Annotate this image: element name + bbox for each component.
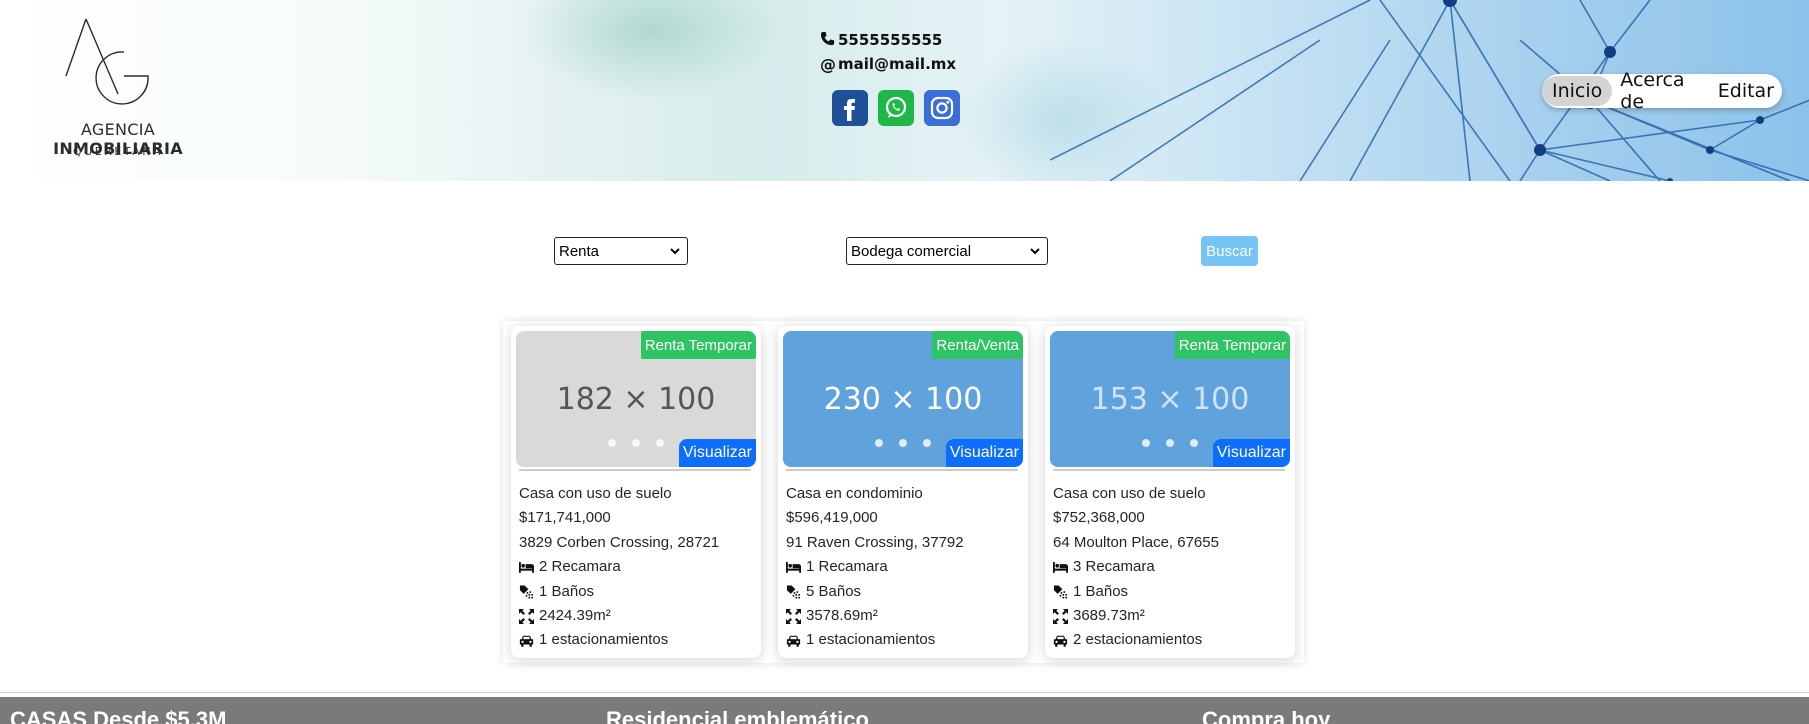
property-address: 64 Moulton Place, 67655 — [1053, 533, 1219, 551]
property-address: 91 Raven Crossing, 37792 — [786, 533, 964, 551]
status-badge: Renta Temporar — [640, 331, 756, 359]
nav-item-acerca-de[interactable]: Acerca de — [1612, 65, 1709, 117]
property-type-select[interactable]: Bodega comercial — [846, 237, 1048, 265]
property-price: $752,368,000 — [1053, 509, 1145, 527]
property-price: $171,741,000 — [519, 509, 611, 527]
property-image[interactable]: 230 × 100 Renta/Venta Visualizar — [783, 331, 1023, 467]
property-details: Casa en condominio $596,419,000 91 Raven… — [786, 482, 964, 653]
whatsapp-icon[interactable] — [878, 90, 914, 126]
parking-row: 1 estacionamientos — [786, 628, 964, 652]
property-type: Casa con uso de suelo — [519, 485, 672, 502]
instagram-icon[interactable] — [924, 90, 960, 126]
footer-promo-casas[interactable]: CASAS Desde $5.3M — [10, 707, 226, 724]
property-card[interactable]: 182 × 100 Renta Temporar Visualizar Casa… — [511, 326, 761, 658]
bed-icon — [1053, 560, 1073, 574]
area-icon — [786, 608, 806, 624]
area-icon — [1053, 608, 1073, 624]
property-price: $596,419,000 — [786, 509, 878, 527]
at-icon: @ — [820, 54, 836, 74]
footer-divider — [0, 692, 1809, 693]
search-button[interactable]: Buscar — [1201, 236, 1258, 266]
shower-icon — [519, 584, 539, 600]
nav-item-inicio[interactable]: Inicio — [1542, 76, 1613, 106]
car-icon — [519, 634, 539, 648]
email-address[interactable]: mail@mail.mx — [838, 55, 956, 73]
area-icon — [519, 608, 539, 624]
parking-row: 1 estacionamientos — [519, 628, 719, 652]
chevron-down-icon — [1030, 248, 1040, 255]
shower-icon — [1053, 584, 1073, 600]
operation-select-value: Renta — [559, 242, 600, 260]
header-banner: AGENCIA INMOBILIARIA QUERETANA 555555555… — [0, 0, 1809, 181]
logo-mark-icon — [65, 18, 149, 105]
bathrooms-row: 1 Baños — [519, 580, 719, 604]
area-row: 3578.69m² — [786, 604, 964, 628]
property-card[interactable]: 153 × 100 Renta Temporar Visualizar Casa… — [1045, 326, 1295, 658]
property-details: Casa con uso de suelo $752,368,000 64 Mo… — [1053, 482, 1219, 653]
footer-banner: CASAS Desde $5.3M Residencial emblemátic… — [0, 697, 1809, 724]
image-placeholder-text: 153 × 100 — [1090, 381, 1250, 417]
area-row: 2424.39m² — [519, 604, 719, 628]
facebook-icon[interactable] — [832, 90, 868, 126]
image-placeholder-text: 182 × 100 — [556, 381, 716, 417]
card-divider — [786, 469, 1018, 471]
image-placeholder-text: 230 × 100 — [823, 381, 983, 417]
main-nav: Inicio Acerca de Editar — [1542, 69, 1782, 113]
property-type: Casa con uso de suelo — [1053, 485, 1206, 502]
property-results: 182 × 100 Renta Temporar Visualizar Casa… — [503, 321, 1304, 663]
property-image[interactable]: 153 × 100 Renta Temporar Visualizar — [1050, 331, 1290, 467]
bathrooms-row: 1 Baños — [1053, 580, 1219, 604]
phone-number[interactable]: 5555555555 — [838, 31, 942, 49]
view-button[interactable]: Visualizar — [1212, 439, 1290, 467]
bed-icon — [786, 560, 806, 574]
area-row: 3689.73m² — [1053, 604, 1219, 628]
view-button[interactable]: Visualizar — [945, 439, 1023, 467]
email-row: @ mail@mail.mx — [820, 52, 956, 76]
bed-icon — [519, 560, 539, 574]
property-address: 3829 Corben Crossing, 28721 — [519, 533, 720, 551]
shower-icon — [786, 584, 806, 600]
social-links — [832, 90, 960, 126]
agency-city: QUERETANA — [73, 145, 163, 158]
contact-info: 5555555555 @ mail@mail.mx — [820, 28, 956, 76]
property-card[interactable]: 230 × 100 Renta/Venta Visualizar Casa en… — [778, 326, 1028, 658]
car-icon — [1053, 634, 1073, 648]
parking-row: 2 estacionamientos — [1053, 628, 1219, 652]
status-badge: Renta/Venta — [932, 331, 1023, 359]
car-icon — [786, 634, 806, 648]
card-divider — [1053, 469, 1285, 471]
banner-haze — [520, 0, 780, 100]
nav-item-editar[interactable]: Editar — [1710, 76, 1782, 106]
bedrooms-row: 1 Recamara — [786, 555, 964, 579]
bedrooms-row: 2 Recamara — [519, 555, 719, 579]
agency-logo[interactable]: AGENCIA INMOBILIARIA QUERETANA — [18, 14, 218, 164]
bathrooms-row: 5 Baños — [786, 580, 964, 604]
footer-promo-compra[interactable]: Compra hoy — [1202, 707, 1330, 724]
property-type: Casa en condominio — [786, 485, 923, 502]
phone-icon — [820, 31, 838, 50]
status-badge: Renta Temporar — [1174, 331, 1290, 359]
property-details: Casa con uso de suelo $171,741,000 3829 … — [519, 482, 719, 653]
bedrooms-row: 3 Recamara — [1053, 555, 1219, 579]
card-divider — [519, 469, 751, 471]
footer-promo-residencial[interactable]: Residencial emblemático — [606, 707, 869, 724]
property-image[interactable]: 182 × 100 Renta Temporar Visualizar — [516, 331, 756, 467]
property-type-select-value: Bodega comercial — [851, 242, 972, 260]
operation-select[interactable]: Renta — [554, 237, 688, 265]
phone-row: 5555555555 — [820, 28, 956, 52]
view-button[interactable]: Visualizar — [678, 439, 756, 467]
chevron-down-icon — [670, 248, 680, 255]
